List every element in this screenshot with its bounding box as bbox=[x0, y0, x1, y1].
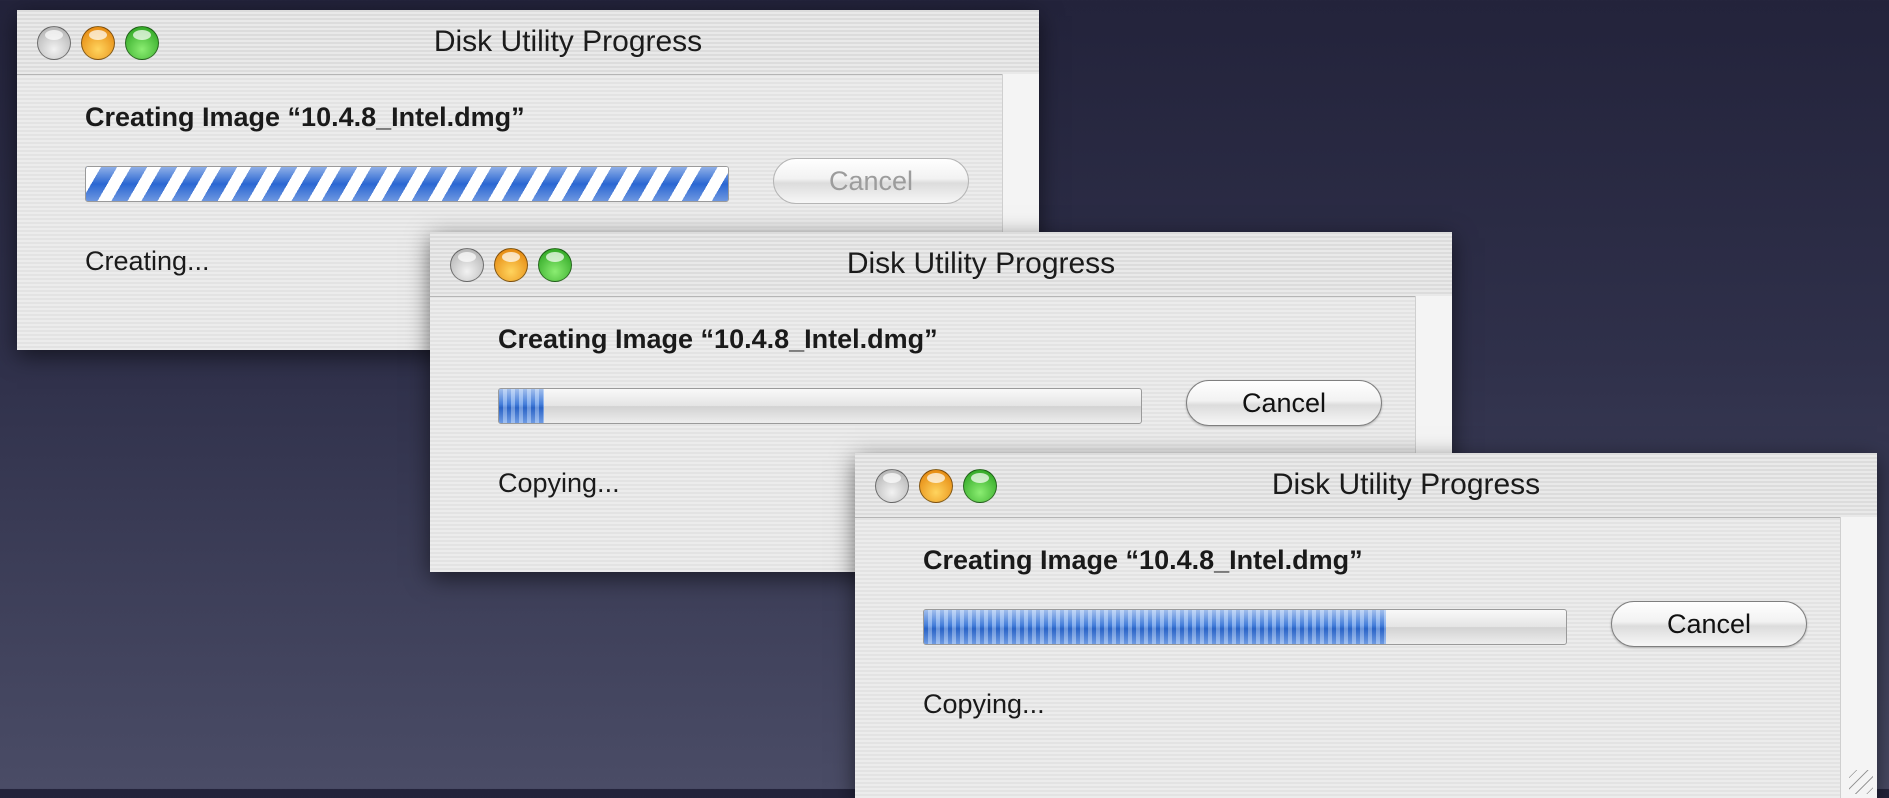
minimize-light-icon[interactable] bbox=[494, 248, 528, 282]
close-light-icon[interactable] bbox=[37, 26, 71, 60]
window-title: Disk Utility Progress bbox=[433, 25, 703, 58]
window-title: Disk Utility Progress bbox=[1271, 468, 1541, 501]
zoom-light-icon[interactable] bbox=[963, 469, 997, 503]
progress-fill bbox=[499, 389, 544, 423]
progress-bar bbox=[85, 166, 729, 202]
title-bar[interactable]: Disk Utility Progress bbox=[855, 453, 1877, 518]
task-heading: Creating Image “10.4.8_Intel.dmg” bbox=[85, 102, 525, 132]
progress-fill bbox=[924, 610, 1387, 644]
minimize-light-icon[interactable] bbox=[81, 26, 115, 60]
progress-window-copying: Disk Utility Progress Creating Image “10… bbox=[855, 453, 1877, 798]
title-bar[interactable]: Disk Utility Progress bbox=[17, 10, 1039, 75]
window-edge bbox=[1840, 517, 1877, 798]
progress-bar bbox=[923, 609, 1567, 645]
window-title: Disk Utility Progress bbox=[846, 247, 1116, 280]
status-text: Copying... bbox=[498, 468, 620, 498]
status-text: Copying... bbox=[923, 689, 1045, 719]
status-text: Creating... bbox=[85, 246, 210, 276]
close-light-icon[interactable] bbox=[875, 469, 909, 503]
cancel-button[interactable]: Cancel bbox=[773, 158, 969, 204]
minimize-light-icon[interactable] bbox=[919, 469, 953, 503]
zoom-light-icon[interactable] bbox=[538, 248, 572, 282]
cancel-button[interactable]: Cancel bbox=[1186, 380, 1382, 426]
zoom-light-icon[interactable] bbox=[125, 26, 159, 60]
cancel-button[interactable]: Cancel bbox=[1611, 601, 1807, 647]
task-heading: Creating Image “10.4.8_Intel.dmg” bbox=[923, 545, 1363, 575]
title-bar[interactable]: Disk Utility Progress bbox=[430, 232, 1452, 297]
close-light-icon[interactable] bbox=[450, 248, 484, 282]
progress-fill bbox=[86, 167, 728, 201]
task-heading: Creating Image “10.4.8_Intel.dmg” bbox=[498, 324, 938, 354]
resize-grip-icon[interactable] bbox=[1849, 770, 1873, 794]
progress-bar bbox=[498, 388, 1142, 424]
